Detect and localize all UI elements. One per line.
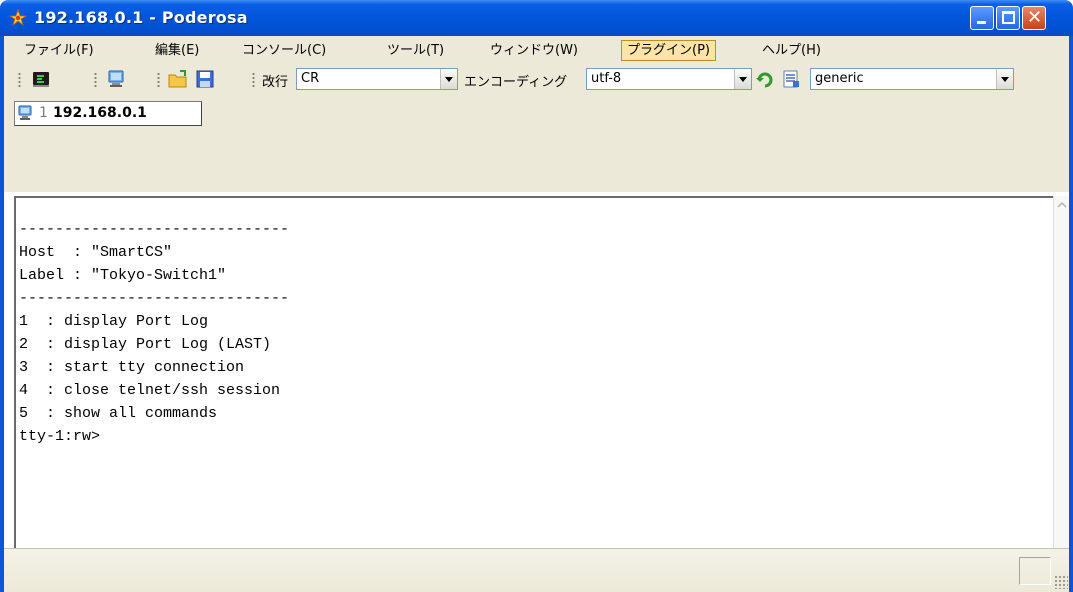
status-panel xyxy=(1019,557,1051,585)
terminal-type-value: generic xyxy=(815,71,864,86)
tab-number: 1 xyxy=(39,105,48,121)
close-button[interactable]: ✕ xyxy=(1022,6,1046,30)
maximize-icon xyxy=(1002,11,1015,24)
toolbar: 改行 CR エンコーディング utf-8 generic xyxy=(4,64,1069,94)
terminal-line: Host : "SmartCS" xyxy=(19,244,173,261)
chevron-down-icon[interactable] xyxy=(996,69,1013,89)
status-bar xyxy=(4,548,1069,592)
poderosa-app-icon xyxy=(8,8,28,27)
chevron-down-icon[interactable] xyxy=(734,69,751,89)
resize-grip-icon[interactable] xyxy=(1054,575,1068,589)
vertical-scrollbar[interactable] xyxy=(1053,196,1069,570)
terminal-icon xyxy=(18,105,32,120)
close-icon: ✕ xyxy=(1027,7,1043,28)
tab-label: 192.168.0.1 xyxy=(53,105,147,121)
toolbar-grip[interactable] xyxy=(157,72,160,88)
terminal-line: 3 : start tty connection xyxy=(19,359,245,376)
terminal-line: 1 : display Port Log xyxy=(19,313,209,330)
newline-label: 改行 xyxy=(262,75,289,90)
menu-help[interactable]: ヘルプ(H) xyxy=(757,40,826,61)
maximize-button[interactable] xyxy=(996,6,1020,30)
terminal-view[interactable]: ------------------------------ Host : "S… xyxy=(14,196,1053,548)
save-icon[interactable] xyxy=(194,68,216,90)
minimize-button[interactable] xyxy=(970,6,994,30)
terminal-line: ------------------------------ xyxy=(19,290,290,307)
toolbar-grip[interactable] xyxy=(94,72,97,88)
open-folder-icon[interactable] xyxy=(167,68,189,90)
terminal-line: Label : "Tokyo-Switch1" xyxy=(19,267,227,284)
menu-window[interactable]: ウィンドウ(W) xyxy=(485,40,583,61)
menu-console[interactable]: コンソール(C) xyxy=(237,40,331,61)
toolbar-grip[interactable] xyxy=(18,72,21,88)
terminal-line: 5 : show all commands xyxy=(19,405,218,422)
terminal-line: 4 : close telnet/ssh session xyxy=(19,382,281,399)
chevron-up-icon xyxy=(1057,201,1067,208)
new-connection-icon[interactable] xyxy=(30,68,52,90)
terminal-prompt: tty-1:rw> xyxy=(19,428,101,445)
toolbar-grip[interactable] xyxy=(252,72,255,88)
terminal-output: ------------------------------ Host : "S… xyxy=(19,218,289,448)
encoding-label: エンコーディング xyxy=(464,75,568,90)
newline-select[interactable]: CR xyxy=(296,68,458,90)
terminal-type-select[interactable]: generic xyxy=(810,68,1014,90)
properties-icon[interactable] xyxy=(780,68,802,90)
minimize-icon xyxy=(977,21,986,24)
menu-plugin[interactable]: プラグイン(P) xyxy=(621,40,716,61)
reconnect-icon[interactable] xyxy=(754,68,776,90)
menu-tools[interactable]: ツール(T) xyxy=(382,40,449,61)
chevron-down-icon[interactable] xyxy=(440,69,457,89)
terminal-line: ------------------------------ xyxy=(19,221,290,238)
window-title: 192.168.0.1 - Poderosa xyxy=(34,8,248,27)
window-frame-right xyxy=(1069,36,1073,592)
menu-edit[interactable]: 編集(E) xyxy=(150,40,204,61)
menu-file[interactable]: ファイル(F) xyxy=(19,40,99,61)
tab-strip: 1 192.168.0.1 xyxy=(4,94,1069,192)
encoding-select[interactable]: utf-8 xyxy=(586,68,752,90)
encoding-value: utf-8 xyxy=(591,71,622,86)
terminal-line: 2 : display Port Log (LAST) xyxy=(19,336,272,353)
tab-session-1[interactable]: 1 192.168.0.1 xyxy=(14,101,202,126)
terminal-icon[interactable] xyxy=(106,68,128,90)
menu-bar: ファイル(F) 編集(E) コンソール(C) ツール(T) ウィンドウ(W) プ… xyxy=(4,36,1069,64)
scroll-up-button[interactable] xyxy=(1054,196,1070,213)
title-bar[interactable]: 192.168.0.1 - Poderosa ✕ xyxy=(0,0,1073,36)
newline-value: CR xyxy=(301,71,320,86)
